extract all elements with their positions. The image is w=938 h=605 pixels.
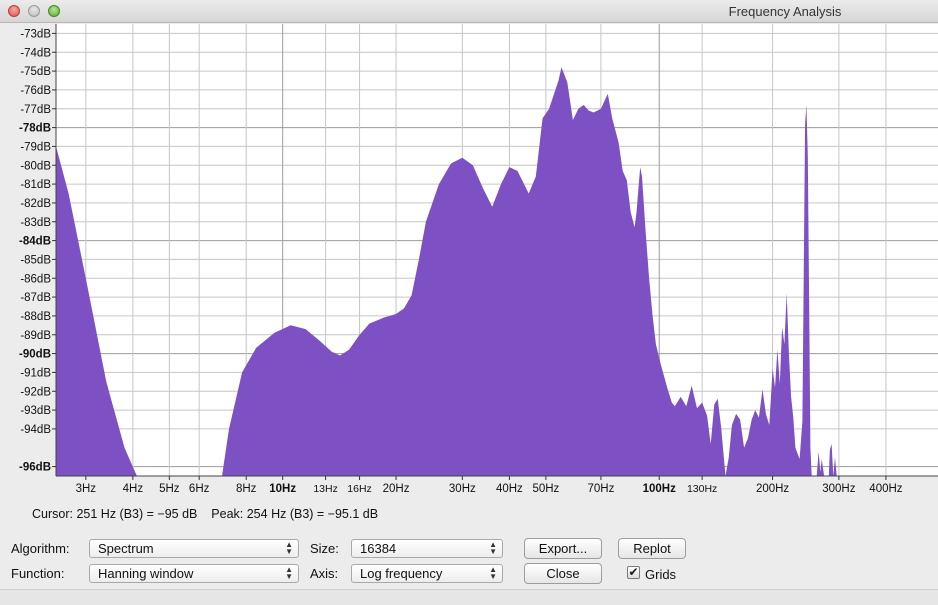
size-value: 16384 bbox=[360, 541, 397, 556]
x-tick-label: 130Hz bbox=[687, 483, 717, 495]
x-tick-label: 13Hz bbox=[313, 483, 338, 495]
x-tick-label: 6Hz bbox=[189, 483, 210, 495]
peak-value: 254 Hz (B3) = −95.1 dB bbox=[246, 507, 379, 521]
y-tick-label: -92dB bbox=[20, 386, 51, 398]
y-tick-label: -87dB bbox=[20, 292, 51, 304]
algorithm-select[interactable]: Spectrum ▲ ▼ bbox=[89, 539, 299, 558]
x-tick-label: 4Hz bbox=[123, 483, 144, 495]
x-tick-label: 200Hz bbox=[756, 483, 789, 495]
cursor-value: 251 Hz (B3) = −95 dB bbox=[76, 507, 198, 521]
y-tick-label: -84dB bbox=[19, 236, 51, 248]
y-tick-label: -88dB bbox=[20, 311, 51, 323]
function-value: Hanning window bbox=[98, 566, 194, 581]
y-tick-label: -78dB bbox=[19, 123, 51, 135]
grids-checkbox[interactable]: ✔ bbox=[627, 566, 640, 579]
checkmark-icon: ✔ bbox=[628, 565, 639, 579]
export-button[interactable]: Export... bbox=[524, 538, 602, 559]
peak-label: Peak: bbox=[211, 507, 244, 521]
y-tick-label: -94dB bbox=[20, 424, 51, 436]
cursor-label: Cursor: bbox=[32, 507, 73, 521]
algorithm-label: Algorithm: bbox=[11, 541, 70, 556]
x-tick-label: 300Hz bbox=[822, 483, 855, 495]
y-tick-label: -91dB bbox=[20, 367, 51, 379]
y-tick-label: -77dB bbox=[20, 104, 51, 116]
y-tick-label: -75dB bbox=[20, 66, 51, 78]
x-tick-label: 30Hz bbox=[449, 483, 476, 495]
x-tick-label: 20Hz bbox=[383, 483, 410, 495]
y-tick-label: -93dB bbox=[20, 405, 51, 417]
y-tick-label: -86dB bbox=[20, 273, 51, 285]
popup-arrows-icon: ▲ ▼ bbox=[285, 540, 293, 556]
x-tick-label: 3Hz bbox=[76, 483, 97, 495]
size-select[interactable]: 16384 ▲ ▼ bbox=[351, 539, 503, 558]
x-tick-label: 8Hz bbox=[236, 483, 257, 495]
axis-select[interactable]: Log frequency ▲ ▼ bbox=[351, 564, 503, 583]
y-tick-label: -80dB bbox=[20, 160, 51, 172]
cursor-readout: Cursor: 251 Hz (B3) = −95 dB Peak: 254 H… bbox=[32, 507, 378, 521]
x-tick-label: 10Hz bbox=[269, 483, 296, 495]
x-tick-label: 50Hz bbox=[532, 483, 559, 495]
y-tick-label: -90dB bbox=[19, 349, 51, 361]
axis-label: Axis: bbox=[310, 566, 339, 581]
y-tick-label: -79dB bbox=[20, 141, 51, 153]
close-button[interactable]: Close bbox=[524, 563, 602, 584]
y-tick-label: -76dB bbox=[20, 85, 51, 97]
status-bar bbox=[0, 589, 938, 605]
y-tick-label: -85dB bbox=[20, 254, 51, 266]
y-tick-label: -89dB bbox=[20, 330, 51, 342]
y-tick-label: -83dB bbox=[20, 217, 51, 229]
y-tick-label: -73dB bbox=[20, 28, 51, 40]
popup-arrows-icon: ▲ ▼ bbox=[489, 565, 497, 581]
spectrum-chart[interactable]: -73dB -74dB -75dB -76dB -77dB -78dB -79dB -80dB… bbox=[0, 24, 938, 504]
x-tick-label: 16Hz bbox=[347, 483, 372, 495]
x-tick-label: 40Hz bbox=[496, 483, 523, 495]
function-select[interactable]: Hanning window ▲ ▼ bbox=[89, 564, 299, 583]
size-label: Size: bbox=[310, 541, 339, 556]
popup-arrows-icon: ▲ ▼ bbox=[489, 540, 497, 556]
y-tick-label: -96dB bbox=[19, 462, 51, 474]
algorithm-value: Spectrum bbox=[98, 541, 154, 556]
x-tick-label: 70Hz bbox=[587, 483, 614, 495]
y-tick-label: -82dB bbox=[20, 198, 51, 210]
popup-arrows-icon: ▲ ▼ bbox=[285, 565, 293, 581]
y-tick-label: -81dB bbox=[20, 179, 51, 191]
spectrum-plot[interactable]: -73dB -74dB -75dB -76dB -77dB -78dB -79dB -80dB… bbox=[0, 24, 938, 504]
x-tick-label: 100Hz bbox=[643, 483, 676, 495]
x-tick-label: 5Hz bbox=[159, 483, 180, 495]
window-title: Frequency Analysis bbox=[728, 4, 842, 19]
replot-button[interactable]: Replot bbox=[618, 538, 686, 559]
x-tick-label: 400Hz bbox=[869, 483, 902, 495]
window-titlebar: Frequency Analysis bbox=[0, 0, 938, 23]
y-tick-label: -74dB bbox=[20, 47, 51, 59]
function-label: Function: bbox=[11, 566, 65, 581]
grids-label: Grids bbox=[645, 567, 677, 582]
axis-value: Log frequency bbox=[360, 566, 443, 581]
